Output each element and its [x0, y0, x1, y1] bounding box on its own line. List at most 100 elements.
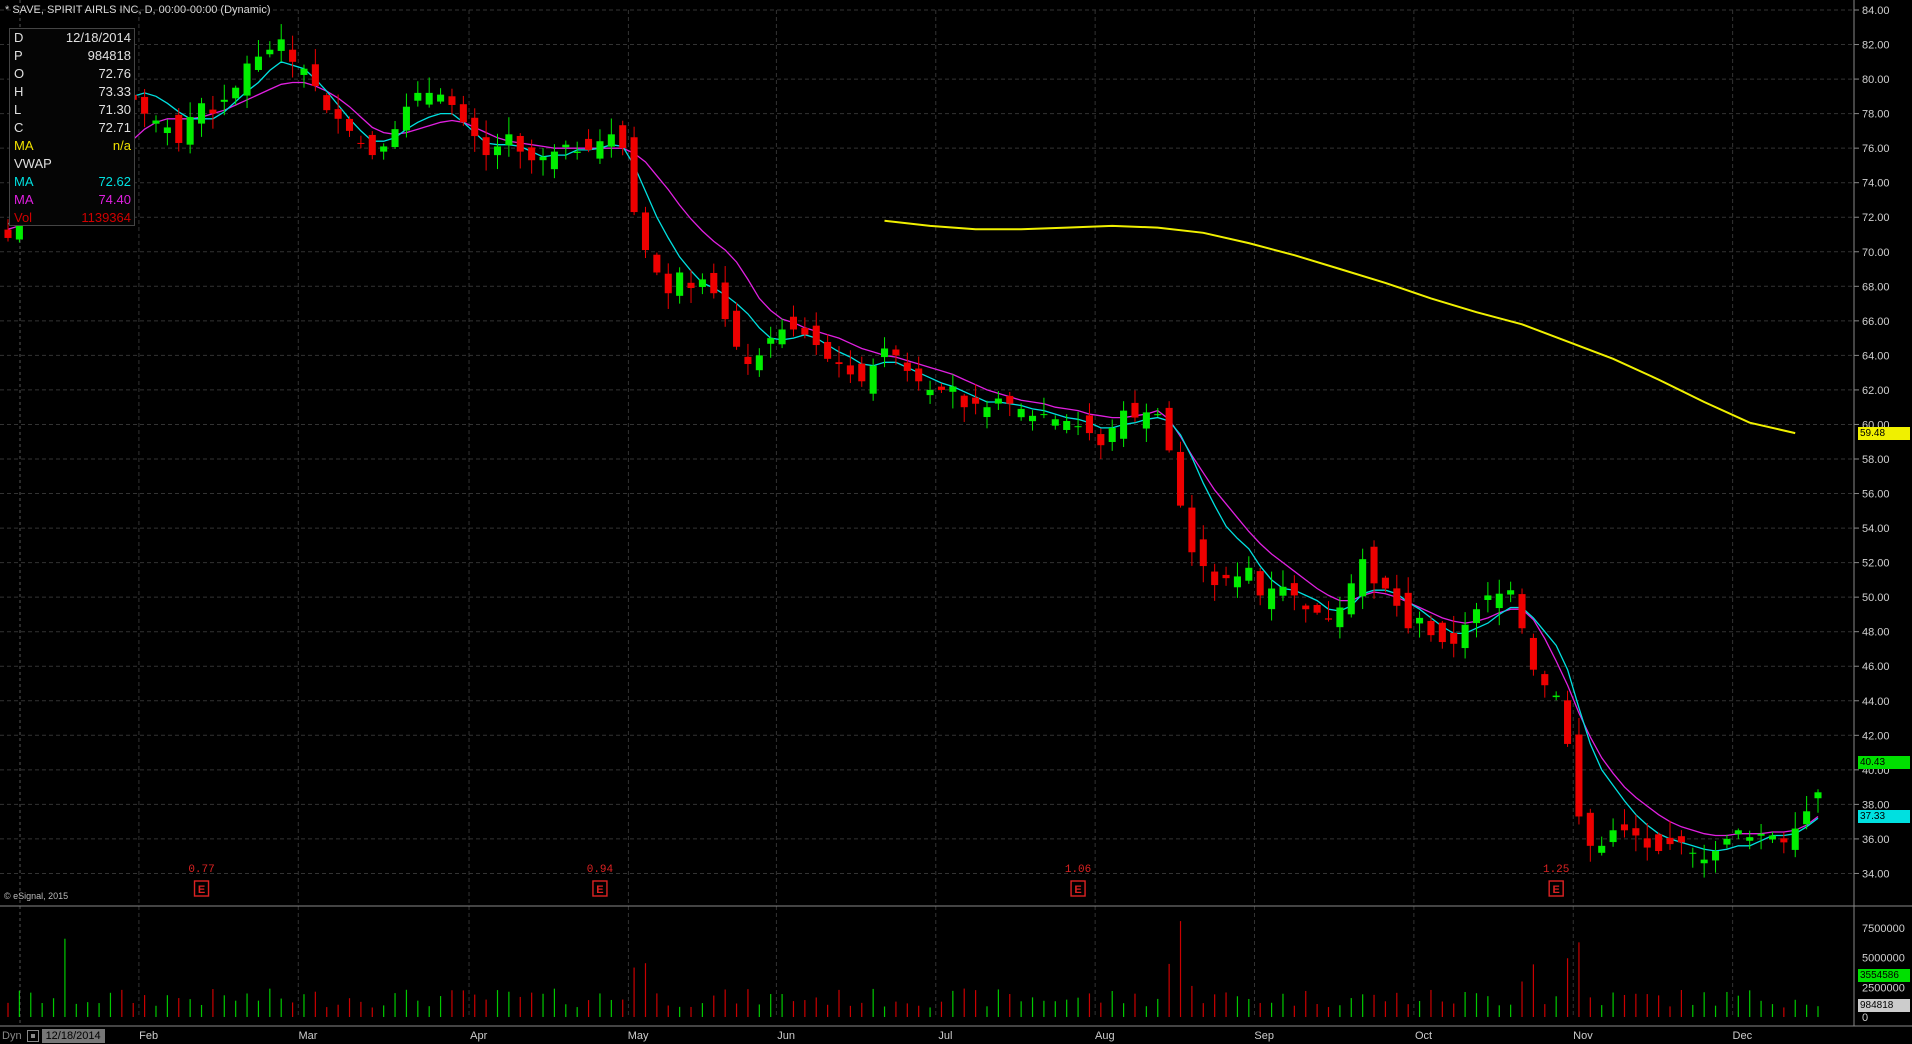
- candle-body: [994, 398, 1002, 404]
- candle-body: [585, 138, 593, 150]
- month-label: Dec: [1732, 1030, 1753, 1042]
- ma-fast-line: [7, 61, 1819, 852]
- candle-body: [197, 103, 206, 124]
- earnings-markers: 0.77 E 0.94 E 1.06 E 1.25 E: [188, 864, 1569, 897]
- info-row: D 12/18/2014: [10, 29, 134, 47]
- month-label: Oct: [1415, 1030, 1433, 1042]
- price-tick-label: 68.00: [1862, 281, 1890, 293]
- info-label: MA: [14, 138, 34, 153]
- info-label: C: [14, 120, 24, 135]
- candle-body: [892, 349, 900, 356]
- candle-body: [1199, 539, 1207, 567]
- candle-body: [539, 156, 547, 161]
- candle-body: [380, 146, 388, 152]
- info-value: 984818: [87, 48, 131, 63]
- candle-body: [1564, 700, 1572, 744]
- candle-body: [334, 109, 342, 119]
- price-tick-label: 70.00: [1862, 247, 1890, 259]
- candle-body: [1211, 571, 1219, 586]
- candle-body: [266, 49, 274, 55]
- candle-body: [141, 96, 149, 114]
- dynamic-mode-label[interactable]: Dyn: [0, 1030, 24, 1042]
- earnings-icon: E: [193, 880, 210, 897]
- info-label: O: [14, 66, 25, 81]
- candle-body: [1484, 595, 1492, 600]
- candle-body: [1188, 507, 1196, 553]
- candle-body: [1814, 792, 1822, 799]
- candle-body: [414, 92, 422, 101]
- candle-body: [1438, 622, 1446, 643]
- earnings-icon: E: [1548, 880, 1564, 897]
- candle-body: [1256, 571, 1264, 596]
- candle-body: [1712, 851, 1720, 861]
- candle-body: [289, 49, 297, 62]
- candle-body: [1370, 546, 1378, 584]
- candle-body: [1677, 836, 1685, 843]
- candle-body: [459, 104, 467, 123]
- earnings-value: 0.77: [188, 864, 214, 876]
- info-value: 72.71: [98, 120, 131, 135]
- candle-body: [983, 407, 991, 418]
- price-tick-label: 58.00: [1862, 454, 1890, 466]
- candle-body: [1393, 588, 1401, 606]
- info-value: 74.40: [98, 192, 131, 207]
- candle-body: [1518, 594, 1526, 629]
- candle-body: [1689, 852, 1697, 854]
- candle-body: [710, 272, 718, 294]
- candle-body: [1768, 835, 1776, 840]
- info-row: MA 74.40: [10, 191, 134, 209]
- price-tick-label: 66.00: [1862, 316, 1890, 328]
- candle-body: [778, 329, 786, 345]
- price-axis: 34.0036.0038.0040.0042.0044.0046.0048.00…: [0, 0, 1912, 1027]
- volume-tick-label: 7500000: [1862, 923, 1905, 935]
- candle-body: [1290, 583, 1298, 596]
- candle-body: [687, 282, 695, 289]
- candle-body: [1598, 845, 1606, 853]
- candle-body: [1120, 410, 1128, 439]
- candle-body: [926, 389, 934, 396]
- candle-body: [1324, 618, 1333, 620]
- candle-body: [1552, 695, 1560, 698]
- price-tick-label: 48.00: [1862, 627, 1890, 639]
- cursor-date-tag: 12/18/2014: [41, 1028, 105, 1043]
- candle-body: [448, 96, 456, 105]
- candle-body: [243, 63, 251, 96]
- volume-tick-label: 2500000: [1862, 982, 1905, 994]
- candle-body: [1666, 837, 1674, 845]
- price-tick-label: 52.00: [1862, 558, 1890, 570]
- lock-icon[interactable]: [26, 1029, 39, 1042]
- candle-body: [1780, 838, 1788, 843]
- candle-body: [425, 92, 433, 105]
- svg-text:E: E: [1553, 884, 1560, 896]
- candle-body: [368, 134, 376, 156]
- volume-tag: 984818: [1858, 999, 1910, 1013]
- candle-body: [357, 142, 365, 144]
- info-value: 71.30: [98, 102, 131, 117]
- candle-body: [1279, 586, 1287, 596]
- price-tick-label: 80.00: [1862, 74, 1890, 86]
- candle-body: [903, 362, 911, 371]
- candle-body: [1176, 451, 1185, 506]
- candle-body: [1416, 617, 1424, 624]
- candle-body: [949, 386, 957, 392]
- info-row: L 71.30: [10, 101, 134, 119]
- candle-body: [1655, 834, 1663, 852]
- earnings-icon: E: [592, 880, 608, 897]
- price-tick-label: 54.00: [1862, 523, 1890, 535]
- candle-body: [607, 134, 615, 147]
- month-label: Sep: [1254, 1030, 1274, 1042]
- candle-body: [1472, 609, 1481, 624]
- candle-body: [824, 341, 832, 359]
- svg-text:E: E: [198, 884, 205, 896]
- earnings-icon: E: [1070, 880, 1086, 897]
- price-tag: 37.33: [1858, 809, 1910, 823]
- candle-body: [1427, 620, 1435, 636]
- esignal-watermark: © eSignal, 2015: [4, 891, 69, 901]
- price-tick-label: 56.00: [1862, 489, 1890, 501]
- chart-title: * SAVE, SPIRIT AIRLS INC, D, 00:00-00:00…: [5, 4, 271, 16]
- moving-averages: [7, 61, 1819, 852]
- candle-body: [550, 151, 558, 170]
- candle-body: [664, 273, 672, 294]
- price-chart[interactable]: 0.77E0.94E1.06E1.25E 34.0036.0038.0040.0…: [0, 0, 1912, 1044]
- candle-body: [1586, 812, 1594, 846]
